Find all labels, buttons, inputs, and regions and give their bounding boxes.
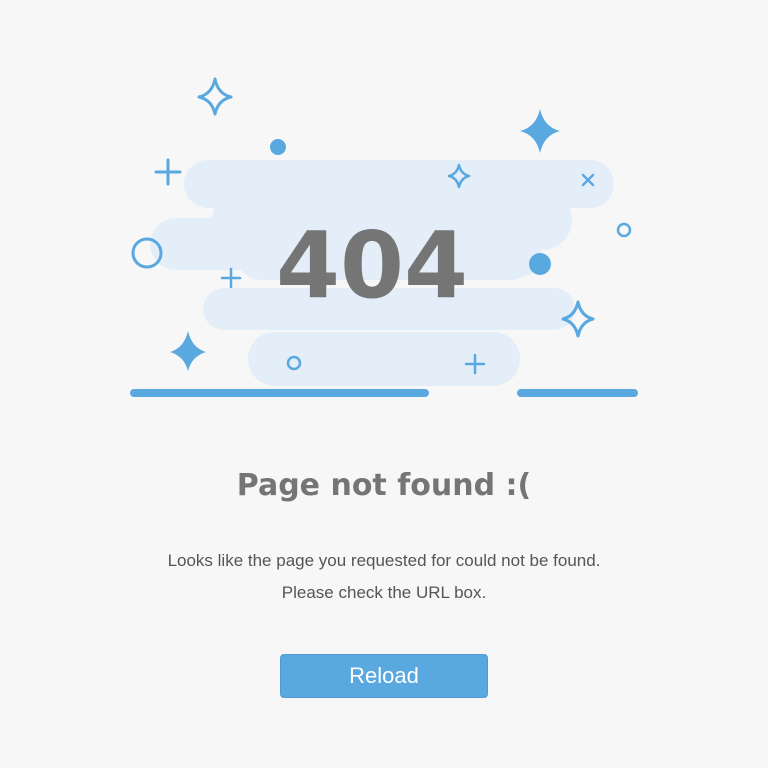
404-illustration: 404 (130, 77, 638, 397)
plus-icon (220, 267, 242, 289)
error-message: Looks like the page you requested for co… (0, 545, 768, 609)
ring-icon (616, 222, 632, 238)
dot-icon (529, 253, 551, 275)
sparkle-filled-icon (520, 109, 560, 153)
sparkle-filled-icon (170, 331, 206, 371)
message-line: Please check the URL box. (281, 583, 487, 602)
sparkle-outline-icon (197, 77, 233, 116)
plus-icon (154, 158, 182, 186)
error-code: 404 (276, 212, 468, 319)
reload-button[interactable]: Reload (280, 654, 488, 698)
dot-icon (270, 139, 286, 155)
page-title: Page not found :( (236, 468, 532, 503)
message-line: Looks like the page you requested for co… (167, 551, 601, 570)
